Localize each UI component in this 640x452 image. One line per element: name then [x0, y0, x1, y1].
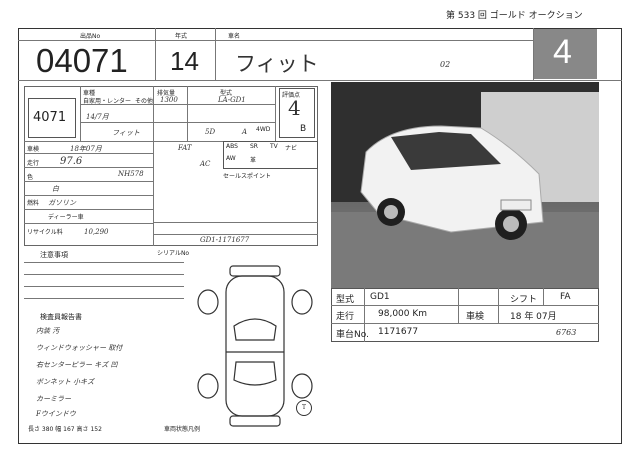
usage-label: 自家用・レンター — [83, 98, 132, 105]
mileage-label: 走行 — [27, 160, 40, 167]
spec-mileage-value: 98,000 Km — [378, 309, 428, 319]
spec-shift-label: シフト — [510, 295, 538, 305]
option-item: TV — [270, 143, 278, 150]
spec-chassis-value: 1171677 — [378, 327, 419, 337]
option-item: AW — [226, 155, 236, 162]
color-value: 白 — [52, 185, 59, 193]
drive-label: 4WD — [256, 126, 271, 133]
shaken-label: 車検 — [27, 146, 40, 153]
inspection-note: Fウインドウ — [36, 410, 76, 418]
model-label: 車名 — [228, 33, 241, 40]
model-code: LA-GD1 — [218, 96, 246, 104]
shaken-value: 18年07月 — [70, 145, 102, 153]
serial-label: シリアルNo — [157, 250, 190, 257]
score-sub: B — [300, 124, 307, 134]
notes-label: 注意事項 — [40, 251, 68, 259]
score-value: 4 — [288, 96, 301, 120]
spec-shift-value: FA — [560, 292, 571, 302]
displacement-value: 1300 — [160, 96, 178, 104]
mileage-value: 97.6 — [60, 156, 83, 167]
shift-small: A — [242, 128, 248, 136]
spec-note: 6763 — [556, 328, 577, 337]
shift-type: FAT — [178, 144, 192, 152]
model-value: フィット — [235, 52, 319, 76]
auction-session: 第 533 回 ゴールド オークション — [446, 11, 583, 21]
year-value: 14 — [170, 46, 199, 76]
spec-inspection-label: 車検 — [466, 312, 485, 322]
ac-value: AC — [200, 160, 211, 168]
color-label: 色 — [27, 174, 34, 181]
inspection-label: 検査員報告書 — [40, 313, 82, 321]
option-item: 革 — [250, 157, 257, 164]
model-note: 02 — [440, 60, 451, 69]
option-item: ABS — [226, 143, 238, 150]
spec-chassis-label: 車台No. — [336, 330, 369, 340]
first-reg: 14/7月 — [86, 113, 109, 121]
spec-inspection-value: 18 年 07月 — [510, 312, 557, 322]
recycle-value: 10,290 — [84, 228, 109, 236]
fuel-value: ガソリン — [48, 199, 76, 207]
small-lot-number: 4071 — [33, 110, 67, 125]
option-item: SR — [250, 143, 258, 150]
grade-value: 4 — [553, 33, 572, 71]
color-code: NH578 — [118, 170, 144, 178]
inspection-note: ウィンドウォッシャー 取付 — [36, 344, 123, 352]
size-label: 長さ 380 幅 167 高さ 152 — [28, 426, 102, 433]
fuel-label: 燃料 — [27, 200, 40, 207]
recycle-label: リサイクル料 — [27, 229, 63, 236]
lot-number: 04071 — [36, 42, 128, 79]
inspection-note: カーミラー — [36, 395, 71, 403]
year-label: 年式 — [175, 33, 188, 40]
spec-mileage-label: 走行 — [336, 312, 355, 322]
other-label: その他 — [135, 98, 154, 105]
spec-type-value: GD1 — [370, 292, 390, 302]
inspection-note: 内装 汚 — [36, 327, 60, 335]
car-name-small: フィット — [112, 129, 140, 137]
inspection-note: ボンネット 小キズ — [36, 378, 95, 386]
spec-type-label: 型式 — [336, 295, 355, 305]
car-photo — [331, 82, 599, 288]
model-no: GD1-1171677 — [200, 236, 250, 244]
inspection-note: 右センターピラー キズ 凹 — [36, 361, 118, 369]
lot-label: 出品No — [80, 33, 101, 40]
option-item: ナビ — [285, 145, 298, 152]
sales-point-label: セールスポイント — [223, 173, 272, 180]
doors: 5D — [205, 128, 216, 136]
dealer-label: ディーラー車 — [48, 214, 84, 221]
spare-mark: T — [296, 400, 312, 416]
